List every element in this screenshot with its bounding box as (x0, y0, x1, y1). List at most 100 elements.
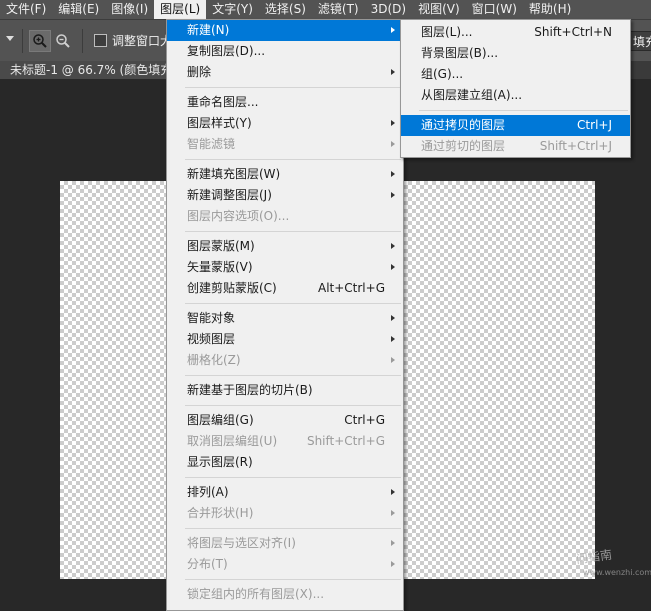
menu-item-label: 视频图层 (187, 332, 236, 346)
divider (22, 29, 23, 53)
menu-item-new-adjustment-layer[interactable]: 新建调整图层(J) (167, 185, 403, 206)
menu-file[interactable]: 文件(F) (0, 0, 52, 19)
menu-divider (185, 231, 401, 232)
menu-item-arrange[interactable]: 排列(A) (167, 482, 403, 503)
menu-item-label: 复制图层(D)... (187, 44, 266, 58)
submenu-item-group[interactable]: 组(G)... (401, 64, 630, 85)
menu-item-vector-mask[interactable]: 矢量蒙版(V) (167, 257, 403, 278)
menu-item-label: 图层蒙版(M) (187, 239, 255, 253)
menu-item-label: 新建填充图层(W) (187, 167, 281, 181)
menu-item-label: 新建调整图层(J) (187, 188, 272, 202)
menu-item-align-layers-to-selection[interactable]: 将图层与选区对齐(I) (167, 533, 403, 554)
menu-item-delete[interactable]: 删除 (167, 62, 403, 83)
menu-item-label: 显示图层(R) (187, 455, 253, 469)
menu-item-label: 图层编组(G) (187, 413, 254, 427)
menu-item-ungroup-layers[interactable]: 取消图层编组(U) Shift+Ctrl+G (167, 431, 403, 452)
menu-item-label: 取消图层编组(U) (187, 434, 278, 448)
submenu-arrow-icon (391, 489, 395, 495)
submenu-arrow-icon (391, 315, 395, 321)
menu-edit[interactable]: 编辑(E) (52, 0, 105, 19)
zoom-in-icon (33, 34, 47, 48)
menu-item-shortcut: Ctrl+J (577, 118, 612, 132)
document-tab[interactable]: 未标题-1 @ 66.7% (颜色填充 (0, 61, 190, 79)
submenu-item-background-layer[interactable]: 背景图层(B)... (401, 43, 630, 64)
menu-item-shortcut: Shift+Ctrl+G (306, 434, 385, 448)
divider (82, 29, 83, 53)
menu-item-label: 锁定组内的所有图层(X)... (187, 587, 325, 601)
menu-item-label: 合并形状(H) (187, 506, 254, 520)
menu-item-group-layers[interactable]: 图层编组(G) Ctrl+G (167, 410, 403, 431)
menu-3d[interactable]: 3D(D) (365, 0, 412, 19)
zoom-in-button[interactable] (29, 30, 51, 52)
resize-windows-label: 调整窗口大 (112, 34, 173, 48)
submenu-arrow-icon (391, 192, 395, 198)
menu-item-duplicate-layer[interactable]: 复制图层(D)... (167, 41, 403, 62)
submenu-arrow-icon (391, 357, 395, 363)
checkbox-box[interactable] (94, 34, 107, 47)
menu-divider (185, 579, 401, 580)
menu-layer[interactable]: 图层(L) (154, 0, 207, 19)
menu-view[interactable]: 视图(V) (412, 0, 466, 19)
menu-item-shortcut: Shift+Ctrl+N (534, 25, 612, 39)
menu-item-rename-layer[interactable]: 重命名图层... (167, 92, 403, 113)
submenu-arrow-icon (391, 120, 395, 126)
menu-item-video-layers[interactable]: 视频图层 (167, 329, 403, 350)
submenu-arrow-icon (391, 141, 395, 147)
menu-filter[interactable]: 滤镜(T) (312, 0, 365, 19)
menu-item-label: 栅格化(Z) (187, 353, 241, 367)
menu-item-label: 图层样式(Y) (187, 116, 252, 130)
menu-image[interactable]: 图像(I) (105, 0, 154, 19)
menu-item-label: 图层(L)... (421, 25, 473, 39)
submenu-arrow-icon (391, 27, 395, 33)
menu-divider (185, 405, 401, 406)
menu-item-new-fill-layer[interactable]: 新建填充图层(W) (167, 164, 403, 185)
menu-item-label: 创建剪贴蒙版(C) (187, 281, 277, 295)
submenu-arrow-icon (391, 540, 395, 546)
menu-divider (185, 375, 401, 376)
layer-menu: 新建(N) 复制图层(D)... 删除 重命名图层... 图层样式(Y) 智能滤… (166, 19, 404, 611)
menu-select[interactable]: 选择(S) (259, 0, 312, 19)
menu-item-new-layer-based-slice[interactable]: 新建基于图层的切片(B) (167, 380, 403, 401)
menu-item-smart-filter[interactable]: 智能滤镜 (167, 134, 403, 155)
menu-item-layer-mask[interactable]: 图层蒙版(M) (167, 236, 403, 257)
menu-item-create-clipping-mask[interactable]: 创建剪贴蒙版(C) Alt+Ctrl+G (167, 278, 403, 299)
menu-item-label: 图层内容选项(O)... (187, 209, 290, 223)
submenu-arrow-icon (391, 69, 395, 75)
watermark-url: www.wenzhi.com (583, 568, 651, 577)
menu-item-label: 排列(A) (187, 485, 229, 499)
zoom-out-button[interactable] (52, 30, 74, 52)
menu-item-layer-content-options[interactable]: 图层内容选项(O)... (167, 206, 403, 227)
submenu-item-layer[interactable]: 图层(L)... Shift+Ctrl+N (401, 22, 630, 43)
menu-type[interactable]: 文字(Y) (206, 0, 259, 19)
menu-item-label: 删除 (187, 65, 212, 79)
menu-item-lock-all-layers-in-group[interactable]: 锁定组内的所有图层(X)... (167, 584, 403, 605)
submenu-arrow-icon (391, 264, 395, 270)
menu-item-distribute[interactable]: 分布(T) (167, 554, 403, 575)
resize-windows-checkbox[interactable]: 调整窗口大 (94, 32, 172, 49)
submenu-item-layer-via-cut[interactable]: 通过剪切的图层 Shift+Ctrl+J (401, 136, 630, 157)
menu-item-shortcut: Shift+Ctrl+J (539, 139, 612, 153)
menu-item-layer-style[interactable]: 图层样式(Y) (167, 113, 403, 134)
menu-item-smart-objects[interactable]: 智能对象 (167, 308, 403, 329)
submenu-item-layer-via-copy[interactable]: 通过拷贝的图层 Ctrl+J (401, 115, 630, 136)
submenu-arrow-icon (391, 243, 395, 249)
menu-item-new[interactable]: 新建(N) (167, 20, 403, 41)
submenu-arrow-icon (391, 561, 395, 567)
menu-item-rasterize[interactable]: 栅格化(Z) (167, 350, 403, 371)
menu-item-combine-shapes[interactable]: 合并形状(H) (167, 503, 403, 524)
zoom-out-icon (56, 34, 70, 48)
menu-divider (185, 528, 401, 529)
submenu-arrow-icon (391, 171, 395, 177)
menu-item-label: 智能滤镜 (187, 137, 236, 151)
menu-item-label: 重命名图层... (187, 95, 259, 109)
menu-help[interactable]: 帮助(H) (523, 0, 577, 19)
menu-window[interactable]: 窗口(W) (466, 0, 523, 19)
tool-preset-chevron-down-icon[interactable] (6, 36, 14, 41)
menu-item-label: 分布(T) (187, 557, 228, 571)
menu-item-label: 从图层建立组(A)... (421, 88, 523, 102)
menu-item-label: 将图层与选区对齐(I) (187, 536, 296, 550)
submenu-item-group-from-layers[interactable]: 从图层建立组(A)... (401, 85, 630, 106)
menu-item-show-layers[interactable]: 显示图层(R) (167, 452, 403, 473)
menu-item-label: 新建(N) (187, 23, 230, 37)
menu-divider (185, 477, 401, 478)
